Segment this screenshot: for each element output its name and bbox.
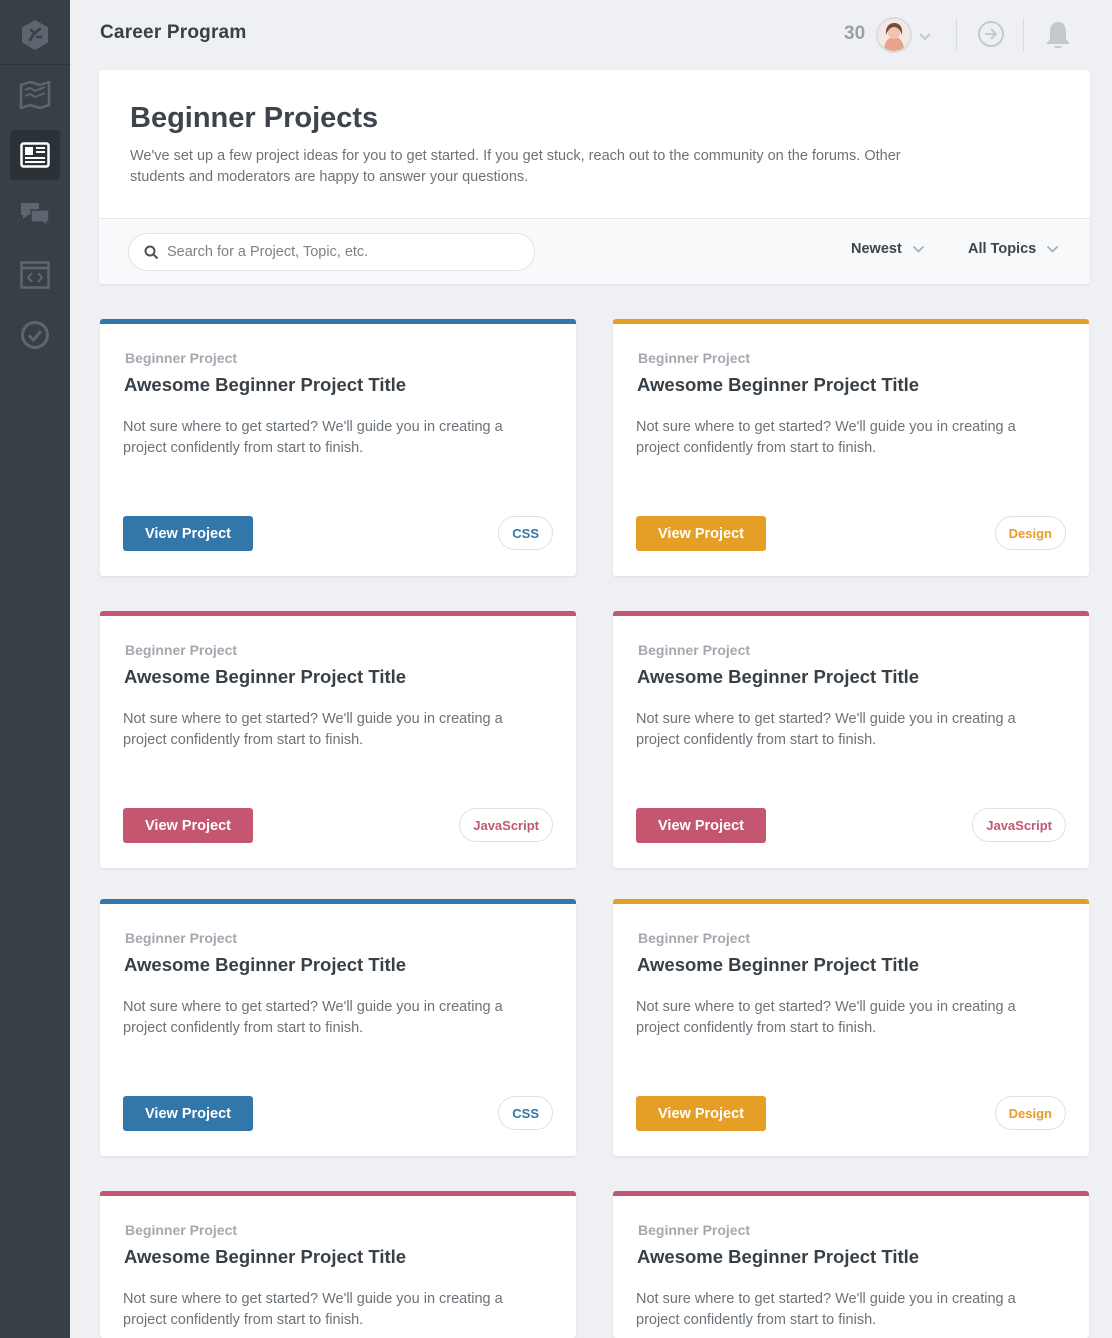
- library-icon: [19, 81, 51, 109]
- project-card: Beginner Project Awesome Beginner Projec…: [100, 611, 576, 868]
- project-card: Beginner Project Awesome Beginner Projec…: [100, 1191, 576, 1338]
- card-title: Awesome Beginner Project Title: [124, 954, 407, 975]
- points-count: 30: [844, 23, 866, 44]
- search-icon: [144, 245, 159, 265]
- project-card: Beginner Project Awesome Beginner Projec…: [613, 319, 1089, 576]
- section-title: Beginner Projects: [130, 102, 379, 134]
- card-description: Not sure where to get started? We'll gui…: [123, 419, 503, 456]
- bell-icon[interactable]: [1044, 20, 1072, 55]
- view-project-button[interactable]: View Project: [123, 808, 253, 843]
- projects-icon: [20, 142, 50, 168]
- projects-header: Beginner Projects We've set up a few pro…: [99, 70, 1090, 284]
- card-kicker: Beginner Project: [125, 642, 238, 658]
- topic-dropdown-label: All Topics: [968, 241, 1037, 257]
- topbar-divider: [1023, 18, 1024, 52]
- topic-tag[interactable]: Design: [994, 1096, 1066, 1130]
- project-card: Beginner Project Awesome Beginner Projec…: [613, 1191, 1089, 1338]
- card-description: Not sure where to get started? We'll gui…: [123, 1291, 503, 1328]
- page-title: Career Program: [100, 22, 247, 43]
- card-title: Awesome Beginner Project Title: [637, 1246, 920, 1267]
- topic-tag[interactable]: CSS: [498, 1096, 553, 1130]
- card-kicker: Beginner Project: [125, 930, 238, 946]
- card-kicker: Beginner Project: [638, 1222, 751, 1238]
- card-title: Awesome Beginner Project Title: [124, 374, 407, 395]
- topic-dropdown[interactable]: All Topics: [968, 241, 1059, 257]
- sidebar-item-projects[interactable]: [10, 130, 60, 180]
- chevron-down-icon[interactable]: [918, 28, 932, 46]
- sidebar-divider: [0, 64, 70, 65]
- card-title: Awesome Beginner Project Title: [124, 666, 407, 687]
- sidebar-item-home[interactable]: [10, 10, 60, 60]
- tracks-check-icon: [20, 320, 50, 350]
- view-project-button[interactable]: View Project: [636, 1096, 766, 1131]
- sidebar-item-workspaces[interactable]: [10, 250, 60, 300]
- card-title: Awesome Beginner Project Title: [637, 374, 920, 395]
- card-kicker: Beginner Project: [638, 350, 751, 366]
- section-description: We've set up a few project ideas for you…: [130, 148, 901, 185]
- card-description: Not sure where to get started? We'll gui…: [636, 711, 1016, 748]
- card-description: Not sure where to get started? We'll gui…: [636, 999, 1016, 1036]
- view-project-button[interactable]: View Project: [123, 1096, 253, 1131]
- workspaces-icon: [20, 261, 50, 289]
- project-card: Beginner Project Awesome Beginner Projec…: [100, 899, 576, 1156]
- arrow-right-circle-icon[interactable]: [977, 20, 1005, 53]
- card-title: Awesome Beginner Project Title: [637, 954, 920, 975]
- sidebar-item-community[interactable]: [10, 190, 60, 240]
- card-title: Awesome Beginner Project Title: [637, 666, 920, 687]
- card-description: Not sure where to get started? We'll gui…: [123, 711, 503, 748]
- topbar-divider: [956, 18, 957, 52]
- project-card: Beginner Project Awesome Beginner Projec…: [100, 319, 576, 576]
- card-kicker: Beginner Project: [125, 350, 238, 366]
- topic-tag[interactable]: CSS: [498, 516, 553, 550]
- chevron-down-icon: [912, 241, 925, 257]
- search-box[interactable]: [128, 233, 535, 271]
- view-project-button[interactable]: View Project: [636, 808, 766, 843]
- sidebar-item-tracks[interactable]: [10, 310, 60, 360]
- card-description: Not sure where to get started? We'll gui…: [636, 1291, 1016, 1328]
- user-avatar[interactable]: [876, 17, 912, 53]
- view-project-button[interactable]: View Project: [123, 516, 253, 551]
- sort-dropdown-label: Newest: [851, 241, 902, 257]
- topic-tag[interactable]: JavaScript: [972, 808, 1066, 842]
- topic-tag[interactable]: Design: [994, 516, 1066, 550]
- sidebar: [0, 0, 70, 1338]
- filter-bar: Newest All Topics: [99, 218, 1090, 284]
- topic-tag[interactable]: JavaScript: [459, 808, 553, 842]
- treehouse-logo-icon: [18, 18, 52, 52]
- chevron-down-icon: [1046, 241, 1059, 257]
- card-kicker: Beginner Project: [638, 930, 751, 946]
- card-description: Not sure where to get started? We'll gui…: [636, 419, 1016, 456]
- card-kicker: Beginner Project: [638, 642, 751, 658]
- project-card: Beginner Project Awesome Beginner Projec…: [613, 611, 1089, 868]
- card-description: Not sure where to get started? We'll gui…: [123, 999, 503, 1036]
- project-card: Beginner Project Awesome Beginner Projec…: [613, 899, 1089, 1156]
- search-input[interactable]: [167, 234, 527, 270]
- community-icon: [19, 201, 51, 229]
- card-title: Awesome Beginner Project Title: [124, 1246, 407, 1267]
- sort-dropdown[interactable]: Newest: [851, 241, 925, 257]
- view-project-button[interactable]: View Project: [636, 516, 766, 551]
- card-kicker: Beginner Project: [125, 1222, 238, 1238]
- sidebar-item-library[interactable]: [10, 70, 60, 120]
